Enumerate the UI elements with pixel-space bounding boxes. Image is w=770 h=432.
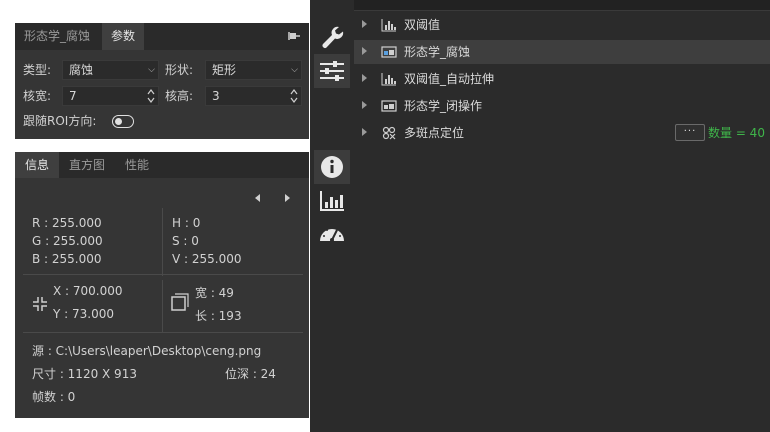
- expand-arrow-icon[interactable]: [362, 101, 367, 109]
- tree-item-morphology-close[interactable]: 形态学_闭操作: [354, 94, 770, 118]
- gauge-icon: [320, 229, 344, 242]
- image-icon: [381, 46, 397, 58]
- x-coordinate: X : 700.000: [53, 284, 123, 298]
- info-tool-button[interactable]: [314, 150, 350, 184]
- blob-icon: [382, 126, 396, 140]
- tab-histogram[interactable]: 直方图: [61, 152, 113, 178]
- kernel-height-label: 核高:: [165, 89, 194, 103]
- histogram-icon: [381, 73, 396, 86]
- info-icon: [321, 156, 343, 178]
- spin-arrows-icon[interactable]: [290, 88, 298, 104]
- height-value: 长 : 193: [195, 309, 242, 323]
- prev-arrow-icon[interactable]: [255, 194, 260, 202]
- tab-info[interactable]: 信息: [15, 152, 59, 178]
- pin-icon[interactable]: [287, 29, 301, 43]
- divider: [162, 280, 163, 332]
- chevron-down-icon: ⌵: [148, 65, 155, 75]
- tab-params[interactable]: 参数: [102, 23, 144, 50]
- type-select[interactable]: 腐蚀 ⌵: [62, 60, 159, 80]
- info-tabbar: 信息 直方图 性能: [15, 152, 309, 178]
- info-panel: 信息 直方图 性能 R : 255.000 G : 255.000 B : 25…: [15, 152, 309, 418]
- kernel-height-value: 3: [212, 89, 220, 103]
- bit-depth: 位深 : 24: [225, 367, 276, 381]
- follow-roi-label: 跟随ROI方向:: [23, 114, 97, 128]
- divider: [23, 332, 303, 333]
- frame-count: 帧数 : 0: [32, 390, 76, 404]
- more-options-button[interactable]: ···: [675, 124, 705, 141]
- spin-arrows-icon[interactable]: [147, 88, 155, 104]
- settings-tool-button[interactable]: [314, 20, 350, 54]
- parameter-panel: 形态学_腐蚀 参数 类型: 腐蚀 ⌵ 形状: 矩形 ⌵ 核宽: 7 核高: 3 …: [15, 23, 309, 139]
- tree-item-label: 形态学_腐蚀: [404, 45, 471, 59]
- tab-performance[interactable]: 性能: [115, 152, 159, 178]
- tree-item-label: 多斑点定位: [404, 126, 465, 140]
- r-value: R : 255.000: [32, 216, 102, 230]
- h-value: H : 0: [172, 216, 201, 230]
- kernel-width-value: 7: [69, 89, 77, 103]
- tree-item-double-threshold-auto-stretch[interactable]: 双阈值_自动拉伸: [354, 67, 770, 91]
- width-value: 宽 : 49: [195, 286, 234, 300]
- toolbar: [310, 0, 354, 432]
- type-label: 类型:: [23, 63, 52, 77]
- kernel-height-stepper[interactable]: 3: [205, 86, 302, 106]
- expand-arrow-icon[interactable]: [362, 20, 367, 28]
- y-coordinate: Y : 73.000: [53, 307, 114, 321]
- histogram-icon: [381, 19, 396, 32]
- tree-item-morphology-erode[interactable]: 形态学_腐蚀: [354, 40, 770, 64]
- image-icon: [381, 100, 397, 112]
- crosshair-icon: [33, 297, 47, 311]
- tree-item-double-threshold[interactable]: 双阈值: [354, 13, 770, 37]
- sliders-icon: [320, 61, 344, 81]
- kernel-width-stepper[interactable]: 7: [62, 86, 159, 106]
- parameter-tabbar: 形态学_腐蚀 参数: [15, 23, 309, 50]
- operator-tree: 双阈值 形态学_腐蚀 双阈值_自动拉伸 形态学_闭操作 多斑点定位 ··· 数量…: [354, 0, 770, 432]
- size-box-icon: [171, 293, 189, 311]
- tree-item-multi-blob-locate[interactable]: 多斑点定位 ··· 数量 = 40: [354, 121, 770, 145]
- b-value: B : 255.000: [32, 252, 102, 266]
- blob-count: 数量 = 40: [708, 126, 765, 140]
- g-value: G : 255.000: [32, 234, 103, 248]
- expand-arrow-icon[interactable]: [362, 74, 367, 82]
- chevron-down-icon: ⌵: [291, 65, 298, 75]
- bar-chart-icon: [320, 191, 344, 211]
- tree-item-label: 双阈值_自动拉伸: [404, 72, 495, 86]
- kernel-width-label: 核宽:: [23, 89, 52, 103]
- expand-arrow-icon[interactable]: [362, 128, 367, 136]
- divider: [23, 274, 303, 275]
- tree-item-label: 形态学_闭操作: [404, 99, 483, 113]
- source-path: 源 : C:\Users\leaper\Desktop\ceng.png: [32, 344, 262, 358]
- performance-tool-button[interactable]: [314, 217, 350, 251]
- histogram-tool-button[interactable]: [314, 184, 350, 218]
- shape-value: 矩形: [212, 63, 237, 77]
- tree-header: [354, 0, 770, 11]
- tree-item-label: 双阈值: [404, 18, 441, 32]
- toggle-knob: [115, 117, 122, 125]
- wrench-icon: [322, 26, 344, 48]
- shape-label: 形状:: [165, 63, 194, 77]
- tab-morphology-erode[interactable]: 形态学_腐蚀: [15, 23, 99, 50]
- divider: [162, 208, 163, 276]
- follow-roi-toggle[interactable]: [112, 115, 134, 128]
- image-dimensions: 尺寸 : 1120 X 913: [32, 367, 137, 381]
- s-value: S : 0: [172, 234, 199, 248]
- parameters-tool-button[interactable]: [314, 54, 350, 88]
- shape-select[interactable]: 矩形 ⌵: [205, 60, 302, 80]
- type-value: 腐蚀: [69, 63, 94, 77]
- expand-arrow-icon[interactable]: [362, 47, 367, 55]
- v-value: V : 255.000: [172, 252, 242, 266]
- next-arrow-icon[interactable]: [285, 194, 290, 202]
